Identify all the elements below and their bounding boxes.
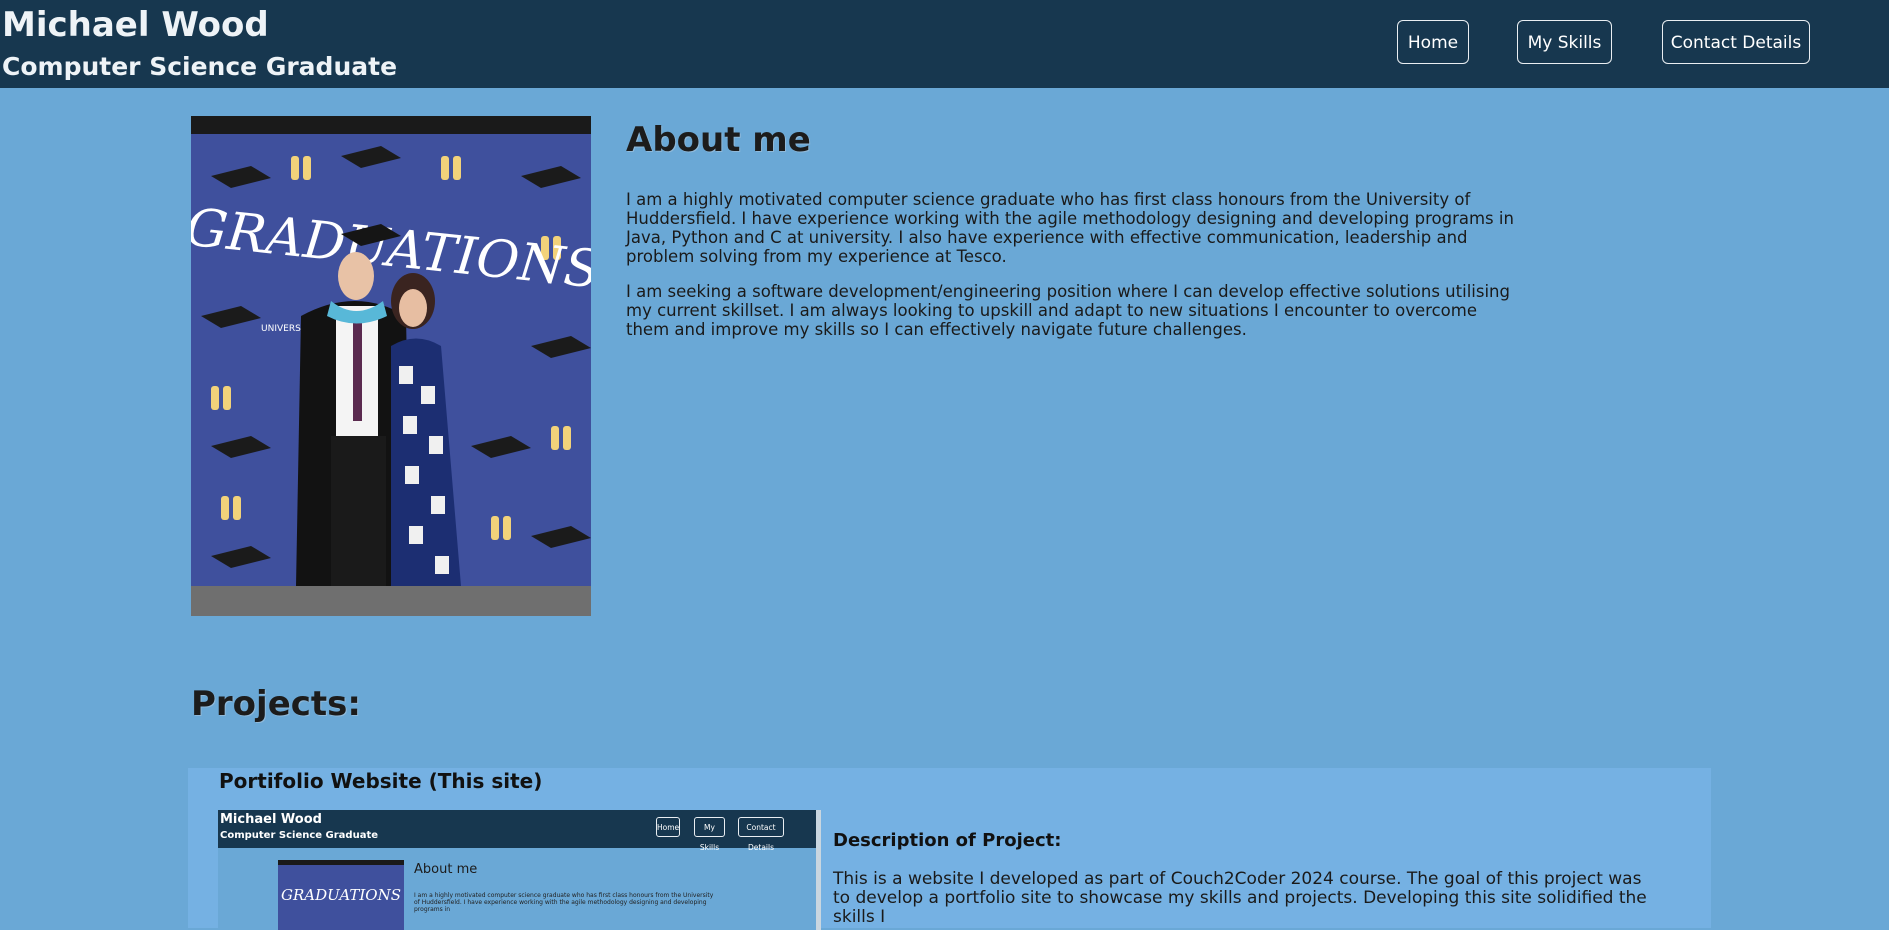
site-header: Michael Wood Computer Science Graduate H… bbox=[0, 0, 1889, 88]
nav-home-button[interactable]: Home bbox=[1397, 20, 1469, 64]
site-name: Michael Wood bbox=[2, 5, 269, 45]
screenshot-nav-contact: Contact Details bbox=[738, 817, 784, 852]
about-paragraph-2: I am seeking a software development/engi… bbox=[626, 282, 1510, 339]
screenshot-banner-text: GRADUATIONS bbox=[281, 886, 401, 904]
site-subtitle: Computer Science Graduate bbox=[2, 52, 398, 81]
screenshot-nav-home: Home bbox=[656, 817, 680, 837]
project-description-heading: Description of Project: bbox=[833, 830, 1062, 851]
banner-university-text: UNIVERS bbox=[261, 324, 301, 334]
project-description-text: This is a website I developed as part of… bbox=[833, 869, 1647, 927]
graduation-photo-illustration: GRADUATIONS UNIVERS bbox=[191, 116, 591, 616]
screenshot-header: Michael Wood Computer Science Graduate H… bbox=[218, 810, 816, 852]
screenshot-about-text: I am a highly motivated computer science… bbox=[414, 892, 714, 913]
projects-heading: Projects: bbox=[191, 684, 361, 724]
about-paragraph-1: I am a highly motivated computer science… bbox=[626, 190, 1514, 266]
screenshot-nav-skills: My Skills bbox=[694, 817, 725, 852]
project-card: Portifolio Website (This site) Michael W… bbox=[188, 768, 1711, 930]
screenshot-about-heading: About me bbox=[414, 862, 478, 877]
screenshot-site-name: Michael Wood bbox=[220, 812, 322, 827]
about-heading: About me bbox=[626, 120, 811, 160]
screenshot-site-subtitle: Computer Science Graduate bbox=[220, 830, 379, 841]
graduation-photo: GRADUATIONS UNIVERS bbox=[191, 116, 591, 616]
nav-my-skills-button[interactable]: My Skills bbox=[1517, 20, 1612, 64]
screenshot-photo: GRADUATIONS bbox=[278, 860, 404, 930]
project-title: Portifolio Website (This site) bbox=[219, 769, 543, 793]
nav-contact-details-button[interactable]: Contact Details bbox=[1662, 20, 1810, 64]
project-screenshot: Michael Wood Computer Science Graduate H… bbox=[218, 810, 821, 930]
screenshot-photo-illustration: GRADUATIONS bbox=[278, 860, 404, 930]
